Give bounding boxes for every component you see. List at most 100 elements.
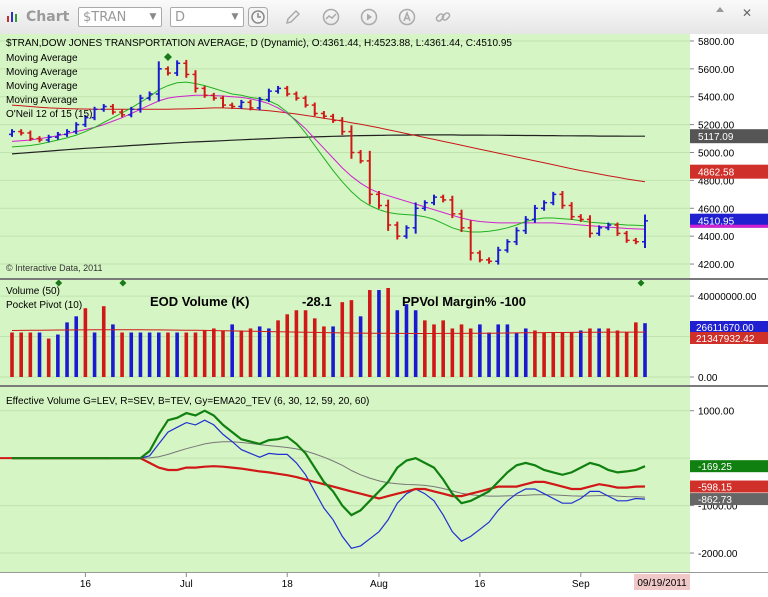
volume-bar	[175, 332, 179, 377]
close-icon[interactable]: ✕	[742, 6, 752, 20]
eod-volume-label: EOD Volume (K)	[150, 294, 250, 309]
x-axis-svg: 16 Jul 18 Aug 16 Sep 09/19/2011	[80, 573, 690, 590]
volume-bar	[267, 328, 271, 377]
legend-ma-3: Moving Average	[6, 81, 78, 92]
volume-bar	[83, 308, 88, 377]
price-series-line	[11, 94, 646, 230]
volume-bar	[349, 300, 354, 377]
period-select[interactable]: D ▼	[170, 7, 244, 27]
volume-bar	[129, 332, 134, 377]
copyright: © Interactive Data, 2011	[6, 263, 103, 273]
volume-bar	[101, 306, 106, 377]
ev-series-line	[12, 457, 646, 500]
volume-bar	[276, 320, 280, 377]
eod-volume-value: -28.1	[302, 294, 332, 309]
scroll-up-icon[interactable]	[713, 3, 727, 17]
price-header: $TRAN,DOW JONES TRANSPORTATION AVERAGE, …	[6, 38, 512, 49]
trend-circle-icon[interactable]	[322, 8, 340, 26]
volume-value-label: 21347932.42	[696, 334, 755, 345]
volume-ma-line	[11, 329, 645, 334]
date-box-label: 09/19/2011	[637, 578, 687, 589]
x-tick-label: Aug	[370, 579, 388, 590]
ev-pane: Effective Volume G=LEV, R=SEV, B=TEV, Gy…	[0, 387, 690, 572]
volume-bar	[395, 310, 400, 377]
price-axis-svg: 5800.005600.005400.005200.005000.004800.…	[690, 37, 768, 271]
ev-plot	[0, 409, 690, 554]
volume-bar	[257, 326, 262, 377]
symbol-input[interactable]: $TRAN ▼	[78, 7, 162, 27]
volume-bar	[496, 324, 501, 377]
pocket-pivot-diamond	[119, 280, 127, 287]
price-tick-label: 4200.00	[698, 260, 735, 271]
volume-bar	[588, 328, 592, 377]
period-value: D	[175, 10, 186, 25]
volume-bar	[138, 332, 143, 377]
pocket-pivot-diamond	[637, 280, 645, 287]
volume-tick-label: 40000000.00	[698, 292, 757, 303]
price-tick-label: 5600.00	[698, 65, 735, 76]
ev-axis: 1000.00 -1000.00 -2000.00 -169.25 -598.15 -86…	[690, 387, 768, 572]
clock-icon[interactable]	[248, 7, 268, 27]
volume-bar	[111, 324, 115, 377]
volume-pane: Volume (50) Pocket Pivot (10) EOD Volume…	[0, 280, 690, 385]
price-tick-label: 5000.00	[698, 149, 735, 160]
toolbar: Chart $TRAN ▼ D ▼ ✕	[0, 0, 768, 35]
link-icon[interactable]	[434, 8, 452, 26]
volume-bar	[505, 324, 510, 377]
window-title: Chart	[26, 9, 70, 25]
volume-bar	[92, 332, 97, 377]
volume-axis: 40000000.0020000000.000.0026611670.00213…	[690, 280, 768, 385]
volume-bar	[606, 328, 611, 377]
price-value-label: 5117.09	[698, 132, 734, 143]
volume-bar	[404, 304, 409, 377]
pencil-icon[interactable]	[284, 8, 302, 26]
volume-bar	[569, 332, 574, 377]
volume-bar	[221, 330, 225, 377]
price-legend: Moving Average Moving Average Moving Ave…	[6, 52, 92, 122]
x-tick-label: Jul	[180, 579, 193, 590]
volume-bar	[478, 324, 482, 377]
volume-bar	[468, 328, 473, 377]
volume-legend: Volume (50) Pocket Pivot (10)	[6, 285, 82, 313]
price-value-label: 4862.58	[698, 168, 735, 179]
volume-bar	[459, 324, 464, 377]
play-circle-icon[interactable]	[360, 8, 378, 26]
volume-bar	[634, 322, 638, 377]
legend-ma-2: Moving Average	[6, 67, 78, 78]
volume-bar	[230, 324, 234, 377]
legend-ma-1: Moving Average	[6, 53, 78, 64]
volume-bar	[193, 332, 198, 377]
volume-bar	[340, 302, 345, 377]
volume-bar	[358, 316, 363, 377]
x-axis: 16 Jul 18 Aug 16 Sep 09/19/2011	[0, 572, 768, 592]
volume-bar	[450, 328, 455, 377]
volume-bar	[74, 316, 79, 377]
price-tick-label: 5400.00	[698, 93, 735, 104]
volume-bar	[28, 332, 33, 377]
volume-bar	[19, 332, 23, 377]
ev-tick-label: 1000.00	[698, 407, 735, 418]
volume-bar	[533, 330, 537, 377]
volume-tick-label: 0.00	[698, 373, 718, 384]
volume-bar	[523, 328, 528, 377]
volume-bar	[294, 310, 299, 377]
chevron-down-icon[interactable]: ▼	[147, 10, 159, 24]
volume-bar	[120, 332, 124, 377]
volume-bar	[166, 332, 170, 377]
volume-bar	[285, 314, 290, 377]
legend-pocket-pivot: Pocket Pivot (10)	[6, 300, 83, 311]
ppvol-margin: PPVol Margin% -100	[402, 294, 527, 309]
x-tick-label: Sep	[572, 579, 590, 590]
chart-icon	[7, 12, 17, 22]
ev-axis-svg: 1000.00-1000.00-2000.00-169.25-598.15-86…	[690, 407, 768, 560]
volume-bar	[46, 338, 51, 377]
ev-legend: Effective Volume G=LEV, R=SEV, B=TEV, Gy…	[6, 396, 370, 407]
volume-bar	[615, 330, 620, 377]
chevron-down-icon[interactable]: ▼	[229, 10, 241, 24]
ev-value-label: -862.73	[698, 495, 732, 506]
volume-bar	[322, 326, 326, 377]
volume-bar	[413, 310, 418, 377]
alert-circle-icon[interactable]	[398, 8, 416, 26]
volume-bar	[423, 320, 427, 377]
ev-series-line	[12, 409, 646, 517]
